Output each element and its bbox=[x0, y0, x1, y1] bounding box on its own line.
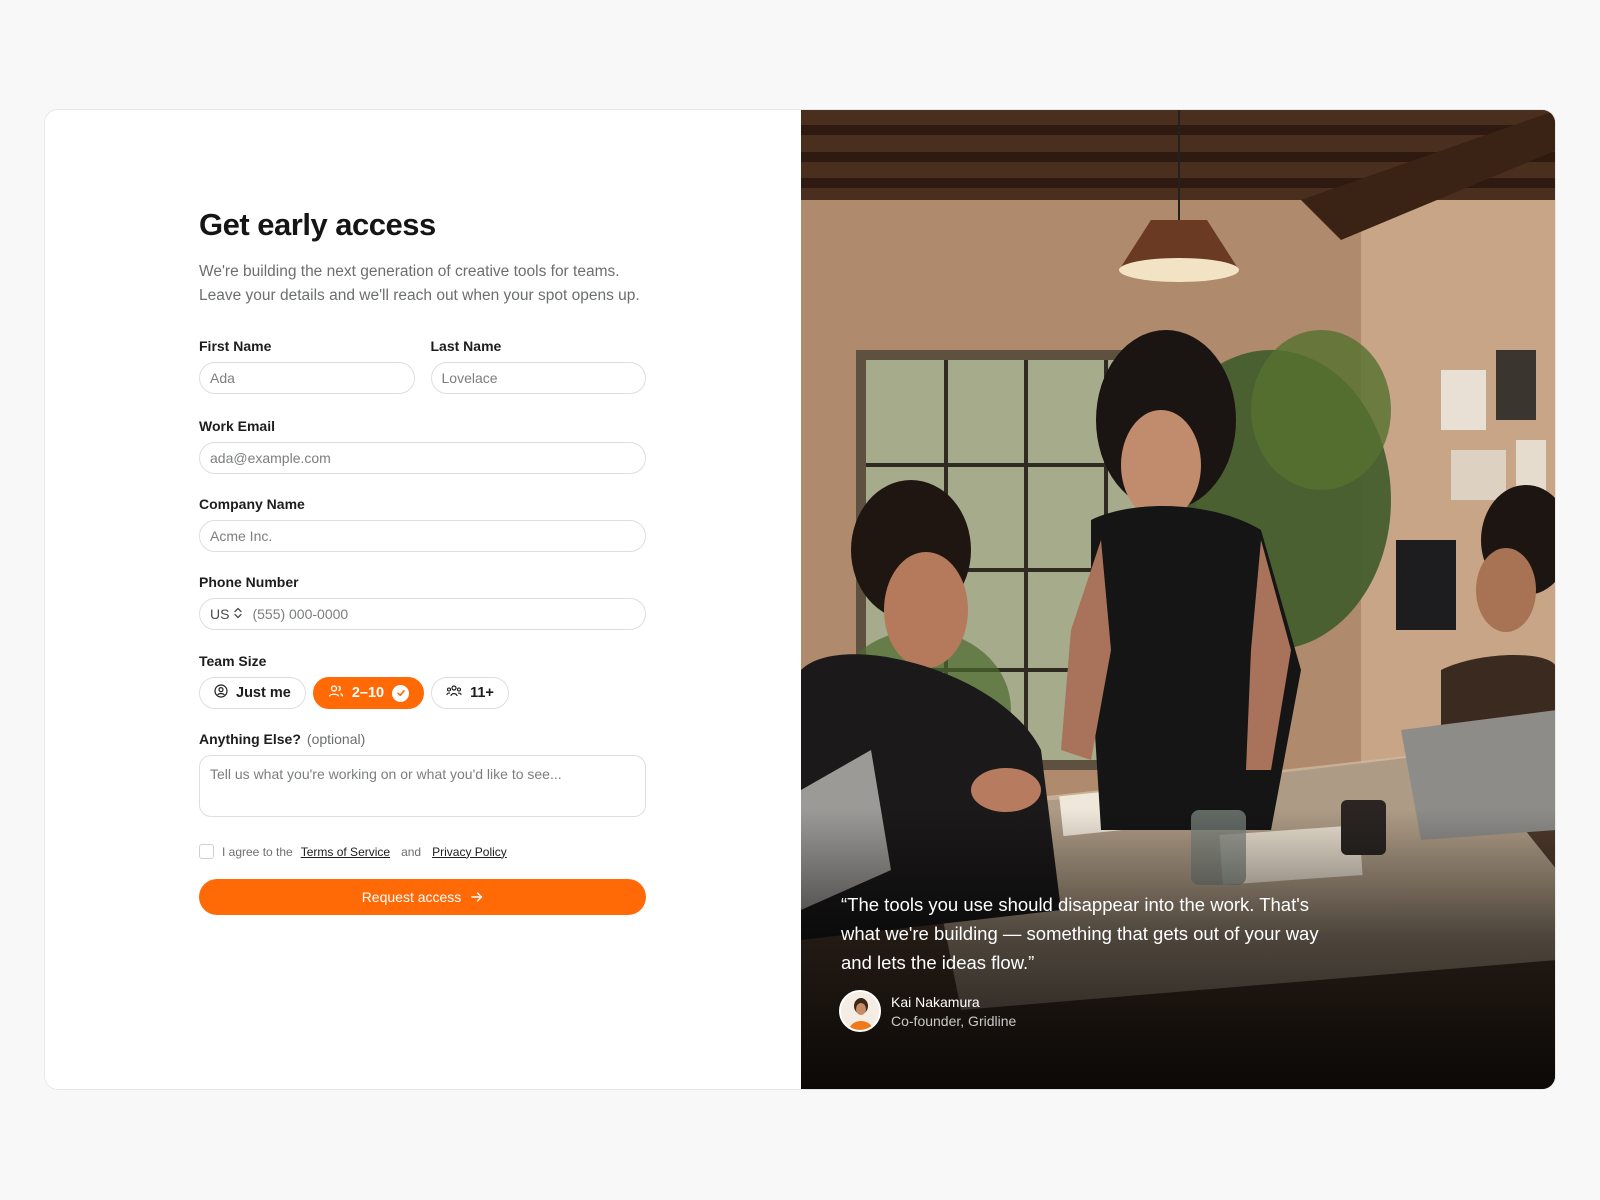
last-name-label: Last Name bbox=[430, 338, 502, 354]
request-access-button[interactable]: Request access bbox=[199, 879, 646, 915]
testimonial-author: Kai Nakamura Co-founder, Gridline bbox=[839, 990, 1016, 1032]
phone-field: Phone Number US bbox=[199, 574, 646, 630]
email-label: Work Email bbox=[199, 418, 275, 434]
company-field: Company Name bbox=[199, 496, 646, 552]
first-name-field: First Name bbox=[199, 338, 415, 394]
privacy-link[interactable]: Privacy Policy bbox=[432, 845, 507, 859]
team-size-label: Team Size bbox=[199, 653, 267, 669]
team-size-option-just-me[interactable]: Just me bbox=[199, 677, 306, 709]
page-subtitle: We're building the next generation of cr… bbox=[199, 263, 640, 304]
signup-card: Get early access We're building the next… bbox=[44, 109, 1556, 1090]
team-size-option-label: 11+ bbox=[470, 685, 494, 701]
agree-checkbox[interactable] bbox=[199, 844, 214, 859]
first-name-label: First Name bbox=[199, 338, 272, 354]
team-size-option-label: 2–10 bbox=[351, 685, 385, 701]
user-circle-icon bbox=[214, 684, 228, 702]
first-name-input[interactable] bbox=[199, 362, 415, 394]
team-size-option-2-10[interactable]: 2–10 bbox=[312, 677, 425, 709]
users-icon bbox=[328, 684, 344, 702]
agreement-prefix: I agree to the bbox=[222, 844, 293, 859]
author-name: Kai Nakamura bbox=[891, 993, 980, 1010]
name-row: First Name Last Name bbox=[199, 338, 646, 394]
form-pane: Get early access We're building the next… bbox=[45, 110, 801, 1089]
avatar-portrait bbox=[841, 992, 879, 1030]
agreement-and: and bbox=[401, 844, 422, 859]
last-name-field: Last Name bbox=[430, 338, 646, 394]
team-size-options: Just me 2–10 11+ bbox=[199, 677, 646, 709]
team-size-option-11-plus[interactable]: 11+ bbox=[431, 677, 509, 709]
terms-link[interactable]: Terms of Service bbox=[301, 845, 390, 859]
agreement-row: I agree to the Terms of Service and Priv… bbox=[199, 844, 646, 859]
notes-label-text: Anything Else? bbox=[199, 731, 301, 747]
author-role: Co-founder, Gridline bbox=[891, 1012, 1017, 1029]
phone-number-input[interactable] bbox=[252, 606, 635, 622]
hero-photo: “The tools you use should disappear into… bbox=[801, 110, 1555, 1089]
company-input[interactable] bbox=[199, 520, 646, 552]
phone-input-group: US bbox=[199, 598, 646, 630]
group-icon bbox=[446, 684, 462, 702]
chevron-up-down-icon bbox=[234, 606, 243, 622]
country-select[interactable]: US bbox=[210, 606, 252, 622]
check-icon bbox=[392, 684, 410, 702]
request-access-label: Request access bbox=[361, 889, 462, 905]
optional-hint: (optional) bbox=[306, 731, 366, 747]
page-title: Get early access bbox=[199, 207, 436, 242]
country-code: US bbox=[210, 606, 230, 622]
team-size-option-label: Just me bbox=[236, 685, 291, 701]
email-input[interactable] bbox=[199, 442, 646, 474]
notes-label: Anything Else? (optional) bbox=[199, 731, 646, 747]
testimonial-quote: “The tools you use should disappear into… bbox=[841, 894, 1319, 973]
company-label: Company Name bbox=[199, 496, 305, 512]
signup-form: Get early access We're building the next… bbox=[199, 206, 646, 915]
avatar bbox=[839, 990, 881, 1032]
email-field: Work Email bbox=[199, 418, 646, 474]
notes-field: Anything Else? (optional) bbox=[199, 731, 646, 822]
last-name-input[interactable] bbox=[430, 362, 646, 394]
notes-textarea[interactable] bbox=[199, 755, 646, 817]
author-info: Kai Nakamura Co-founder, Gridline bbox=[891, 994, 1016, 1029]
team-size-field: Team Size Just me 2–10 11+ bbox=[199, 653, 646, 709]
phone-label: Phone Number bbox=[199, 574, 299, 590]
arrow-right-icon bbox=[471, 889, 483, 905]
